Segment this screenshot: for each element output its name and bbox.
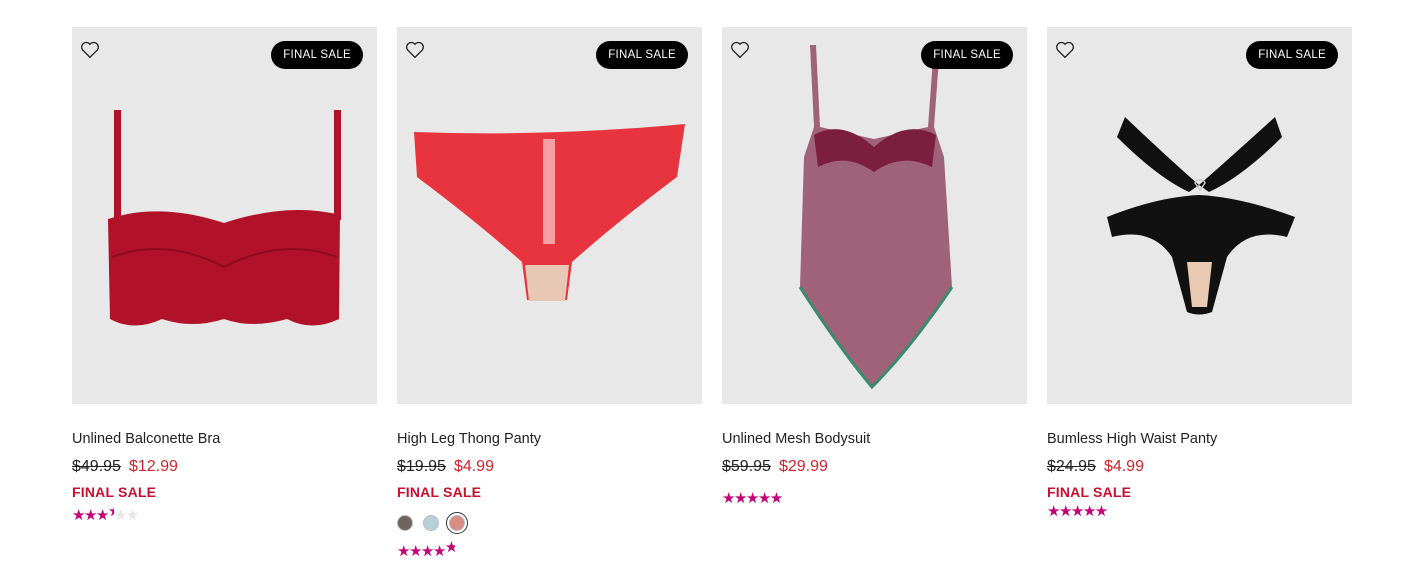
product-card[interactable]: FINAL SALE Unlined Mesh Bodysuit $59.95 $…: [722, 27, 1027, 507]
sale-price: $4.99: [453, 458, 494, 475]
product-card[interactable]: FINAL SALE Bumless High Waist Panty $24.…: [1047, 27, 1352, 520]
bra-image: [108, 110, 341, 326]
original-price: $49.95: [72, 458, 121, 475]
product-name[interactable]: Unlined Balconette Bra: [72, 431, 220, 447]
product-name[interactable]: Unlined Mesh Bodysuit: [722, 431, 870, 447]
color-swatch-coral[interactable]: [446, 512, 468, 534]
original-price: $24.95: [1047, 458, 1096, 475]
color-swatch-dark[interactable]: [397, 515, 413, 531]
star-rating: ★★★★★: [722, 490, 783, 507]
bodysuit-image: [798, 45, 954, 390]
price-row: $59.95 $29.99: [722, 458, 828, 476]
original-price: $59.95: [722, 458, 771, 475]
color-swatches: [397, 512, 468, 534]
product-image[interactable]: FINAL SALE: [397, 27, 702, 404]
high-waist-panty-image: [1107, 117, 1295, 315]
color-swatch-light-blue[interactable]: [423, 515, 439, 531]
product-image[interactable]: FINAL SALE: [1047, 27, 1352, 404]
product-image[interactable]: FINAL SALE: [72, 27, 377, 404]
heart-icon[interactable]: [405, 41, 425, 59]
final-sale-badge: FINAL SALE: [1246, 41, 1338, 69]
sale-price: $4.99: [1103, 458, 1144, 475]
price-row: $49.95 $12.99: [72, 458, 178, 476]
thong-panty-image: [414, 124, 685, 301]
price-row: $19.95 $4.99: [397, 458, 494, 476]
product-image[interactable]: FINAL SALE: [722, 27, 1027, 404]
final-sale-badge: FINAL SALE: [596, 41, 688, 69]
sale-price: $29.99: [778, 458, 828, 475]
product-name[interactable]: Bumless High Waist Panty: [1047, 431, 1217, 447]
star-rating: ★★★★★: [397, 539, 455, 560]
product-grid: FINAL SALE Unlined Balconette Bra $49.95…: [72, 27, 1352, 560]
final-sale-label: FINAL SALE: [72, 484, 157, 500]
final-sale-badge: FINAL SALE: [271, 41, 363, 69]
heart-icon[interactable]: [1055, 41, 1075, 59]
heart-icon[interactable]: [80, 41, 100, 59]
sale-price: $12.99: [128, 458, 178, 475]
final-sale-badge: FINAL SALE: [921, 41, 1013, 69]
final-sale-label: FINAL SALE: [1047, 484, 1132, 500]
star-rating: ★★★★★★: [72, 503, 139, 524]
product-name[interactable]: High Leg Thong Panty: [397, 431, 541, 447]
product-card[interactable]: FINAL SALE High Leg Thong Panty $19.95 $4…: [397, 27, 702, 560]
star-rating: ★★★★★: [1047, 503, 1108, 520]
final-sale-label: FINAL SALE: [397, 484, 482, 500]
original-price: $19.95: [397, 458, 446, 475]
product-card[interactable]: FINAL SALE Unlined Balconette Bra $49.95…: [72, 27, 377, 524]
heart-icon[interactable]: [730, 41, 750, 59]
price-row: $24.95 $4.99: [1047, 458, 1144, 476]
